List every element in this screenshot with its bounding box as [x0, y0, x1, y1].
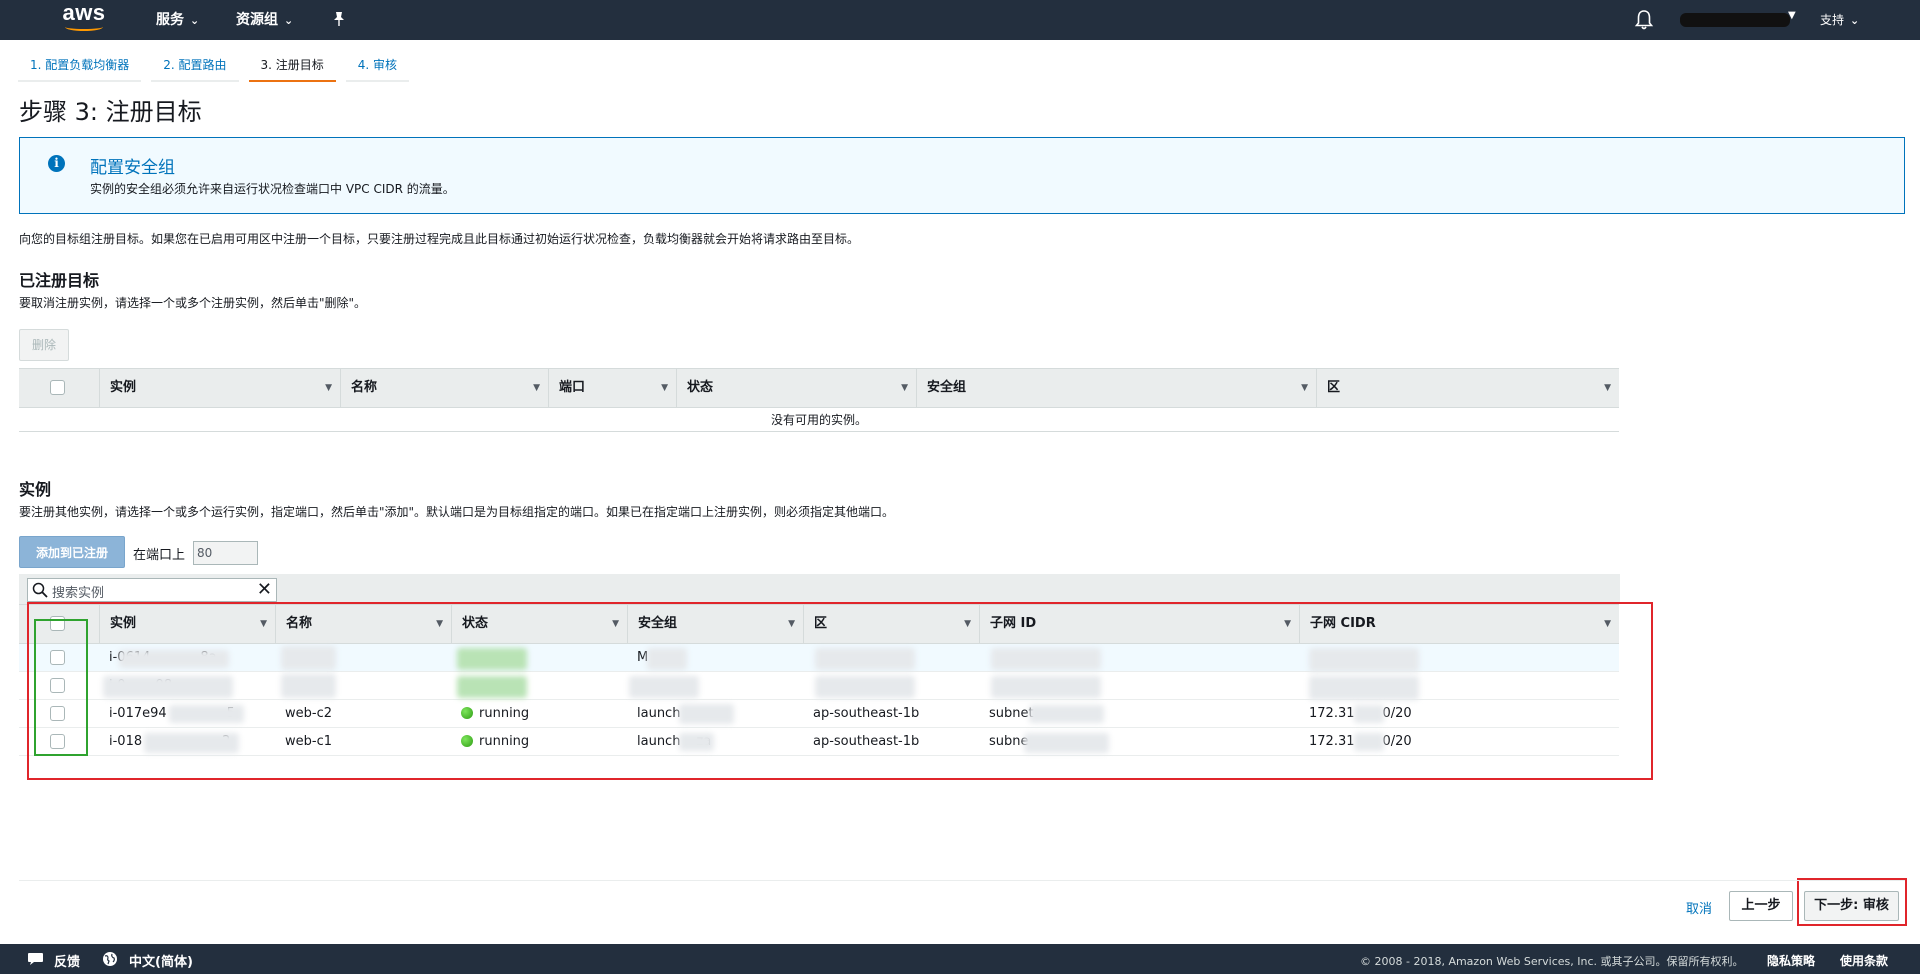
- divider: [19, 880, 1905, 881]
- add-to-registered-button[interactable]: 添加到已注册: [19, 536, 125, 568]
- feedback-icon: [28, 953, 43, 965]
- registered-title: 已注册目标: [19, 271, 100, 290]
- services-label: 服务: [156, 12, 184, 28]
- instances-desc: 要注册其他实例，请选择一个或多个运行实例，指定端口，然后单击"添加"。默认端口是…: [19, 505, 895, 519]
- col-label: 名称: [351, 380, 378, 395]
- page-title: 步骤 3: 注册目标: [19, 98, 202, 126]
- sort-caret-icon: ▼: [1301, 383, 1308, 393]
- port-input[interactable]: 80: [193, 541, 258, 565]
- col-security-group[interactable]: 安全组 ▼: [916, 369, 1316, 407]
- previous-button[interactable]: 上一步: [1729, 891, 1793, 921]
- support-label: 支持: [1820, 13, 1845, 27]
- col-label: 区: [1327, 380, 1341, 395]
- sort-caret-icon: ▼: [533, 383, 540, 393]
- instances-title: 实例: [19, 480, 52, 499]
- col-label: 状态: [687, 380, 714, 395]
- tab-step-3[interactable]: 3. 注册目标: [248, 50, 336, 82]
- wizard-steps: 1. 配置负载均衡器 2. 配置路由 3. 注册目标 4. 审核: [18, 50, 419, 82]
- chevron-down-icon: ⌄: [190, 14, 200, 27]
- close-icon[interactable]: ✕: [257, 581, 272, 599]
- col-port[interactable]: 端口 ▼: [548, 369, 676, 407]
- select-all-checkbox[interactable]: [50, 380, 65, 395]
- col-state[interactable]: 状态 ▼: [676, 369, 916, 407]
- resource-groups-menu[interactable]: 资源组 ⌄: [236, 0, 293, 40]
- terms-link[interactable]: 使用条款: [1840, 952, 1888, 969]
- footer: 反馈 中文(简体) © 2008 - 2018, Amazon Web Serv…: [0, 944, 1920, 974]
- info-alert: i 配置安全组 实例的安全组必须允许来自运行状况检查端口中 VPC CIDR 的…: [19, 137, 1905, 214]
- registered-table: 实例 ▼ 名称 ▼ 端口 ▼ 状态 ▼ 安全组 ▼ 区 ▼ 没有可用的实例。: [19, 368, 1619, 433]
- tab-step-4[interactable]: 4. 审核: [345, 50, 410, 82]
- copyright-text: © 2008 - 2018, Amazon Web Services, Inc.…: [1360, 955, 1744, 968]
- port-label: 在端口上: [133, 548, 186, 563]
- next-review-button[interactable]: 下一步: 审核: [1804, 891, 1899, 921]
- cancel-button[interactable]: 取消: [1686, 898, 1712, 917]
- account-name-redacted[interactable]: [1680, 13, 1790, 27]
- sort-caret-icon: ▼: [325, 383, 332, 393]
- chevron-down-icon: ⌄: [1850, 14, 1860, 27]
- sort-caret-icon: ▼: [1604, 383, 1611, 393]
- sort-caret-icon: ▼: [901, 383, 908, 393]
- col-name[interactable]: 名称 ▼: [340, 369, 548, 407]
- privacy-link[interactable]: 隐私策略: [1767, 952, 1815, 969]
- bell-icon[interactable]: [1634, 9, 1654, 31]
- sort-caret-icon: ▼: [661, 383, 668, 393]
- search-toolbar: 搜索实例 ✕: [19, 574, 1620, 604]
- search-placeholder: 搜索实例: [52, 586, 105, 601]
- annotation-highlight-checkboxes: [34, 619, 88, 756]
- feedback-link[interactable]: 反馈: [54, 951, 80, 970]
- tab-step-2[interactable]: 2. 配置路由: [151, 50, 239, 82]
- support-menu[interactable]: 支持 ⌄: [1820, 0, 1859, 41]
- col-label: 安全组: [927, 380, 967, 395]
- page-description: 向您的目标组注册目标。如果您在已启用可用区中注册一个目标，只要注册过程完成且此目…: [19, 232, 860, 246]
- col-instance[interactable]: 实例 ▼: [99, 369, 340, 407]
- caret-down-icon: ▼: [1788, 10, 1796, 21]
- resource-groups-label: 资源组: [236, 12, 278, 28]
- col-zone[interactable]: 区 ▼: [1316, 369, 1619, 407]
- empty-message: 没有可用的实例。: [19, 408, 1619, 432]
- info-icon: i: [48, 155, 65, 172]
- registered-desc: 要取消注册实例，请选择一个或多个注册实例，然后单击"删除"。: [19, 296, 367, 310]
- tab-step-1[interactable]: 1. 配置负载均衡器: [18, 50, 142, 82]
- services-menu[interactable]: 服务 ⌄: [156, 0, 199, 40]
- info-title: 配置安全组: [90, 158, 175, 178]
- search-icon: [32, 582, 48, 598]
- pin-icon[interactable]: [332, 11, 346, 27]
- aws-logo[interactable]: aws: [60, 0, 108, 34]
- search-input[interactable]: 搜索实例 ✕: [27, 578, 277, 602]
- globe-icon: [103, 952, 117, 966]
- chevron-down-icon: ⌄: [284, 14, 294, 27]
- remove-button[interactable]: 删除: [19, 329, 69, 361]
- info-text: 实例的安全组必须允许来自运行状况检查端口中 VPC CIDR 的流量。: [90, 182, 455, 196]
- top-nav: aws 服务 ⌄ 资源组 ⌄ ▼ 支持 ⌄: [0, 0, 1920, 40]
- logo-text: aws: [62, 0, 106, 25]
- annotation-highlight-table: [27, 602, 1653, 780]
- registered-table-header: 实例 ▼ 名称 ▼ 端口 ▼ 状态 ▼ 安全组 ▼ 区 ▼: [19, 368, 1619, 408]
- language-selector[interactable]: 中文(简体): [129, 951, 193, 970]
- col-label: 实例: [110, 380, 137, 395]
- col-label: 端口: [559, 380, 586, 395]
